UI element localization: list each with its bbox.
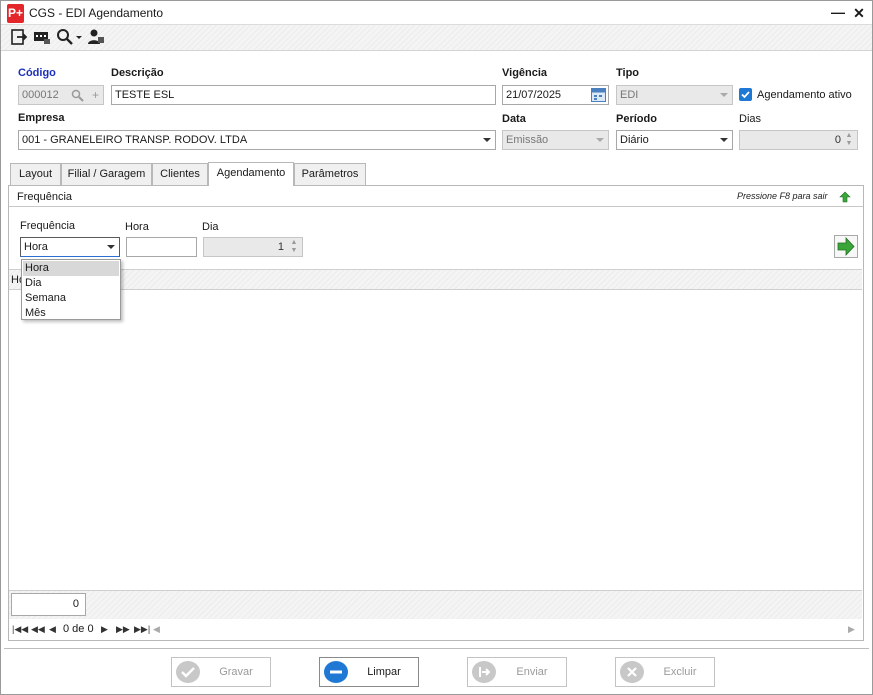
grid-footer	[9, 590, 862, 619]
descricao-field[interactable]: TESTE ESL	[111, 85, 496, 105]
scroll-right-icon[interactable]: ▶	[848, 624, 855, 635]
spin-arrows-icon[interactable]: ▲ ▼	[289, 239, 299, 255]
right-arrow-icon	[837, 236, 855, 257]
excluir-button[interactable]: Excluir	[615, 657, 715, 687]
tab-layout[interactable]: Layout	[10, 163, 61, 185]
dia-value: 1	[277, 241, 284, 253]
dia-label: Dia	[202, 221, 219, 233]
vigencia-label: Vigência	[502, 67, 548, 79]
agendamento-ativo-label: Agendamento ativo	[757, 89, 852, 101]
limpar-label: Limpar	[367, 666, 401, 678]
vigencia-field[interactable]: 21/07/2025	[502, 85, 609, 105]
codigo-value: 000012	[22, 89, 59, 101]
divider	[4, 648, 869, 649]
app-logo-icon: P+	[7, 4, 24, 23]
tab-parametros[interactable]: Parâmetros	[294, 163, 366, 185]
gravar-label: Gravar	[219, 666, 253, 678]
next-page-fast-icon[interactable]: ▶▶	[116, 624, 130, 635]
codigo-label: Código	[18, 67, 56, 79]
plus-icon[interactable]: +	[92, 86, 99, 104]
tipo-select[interactable]: EDI	[616, 85, 733, 105]
section-title: Frequência	[17, 191, 73, 203]
frequencia-label: Frequência	[20, 220, 76, 232]
dropdown-option-semana[interactable]: Semana	[23, 291, 119, 306]
collapse-up-arrow-icon[interactable]	[839, 191, 851, 206]
empresa-select[interactable]: 001 - GRANELEIRO TRANSP. RODOV. LTDA	[18, 130, 496, 150]
chevron-down-icon	[596, 138, 604, 142]
chevron-down-icon	[483, 138, 491, 142]
window-title: CGS - EDI Agendamento	[29, 6, 164, 20]
chevron-down-icon	[720, 93, 728, 97]
close-button[interactable]: ✕	[850, 3, 868, 23]
tab-clientes[interactable]: Clientes	[152, 163, 208, 185]
gravar-button[interactable]: Gravar	[171, 657, 271, 687]
lookup-icon[interactable]	[71, 86, 85, 104]
dias-label: Dias	[739, 113, 762, 125]
frequencia-section-header	[9, 186, 863, 207]
scroll-left-icon[interactable]: ◀	[153, 624, 160, 635]
first-page-icon[interactable]: |◀◀	[12, 624, 28, 635]
hora-label: Hora	[125, 221, 149, 233]
message-icon[interactable]	[33, 28, 53, 48]
prev-page-fast-icon[interactable]: ◀◀	[31, 624, 45, 635]
periodo-value: Diário	[620, 134, 649, 146]
dias-value: 0	[834, 134, 841, 146]
toolbar	[1, 25, 872, 51]
f8-hint: Pressione F8 para sair	[737, 191, 828, 201]
grid-header: Ho	[9, 269, 862, 290]
minimize-button[interactable]: —	[829, 3, 847, 23]
title-bar: P+ CGS - EDI Agendamento — ✕	[1, 1, 872, 25]
add-button[interactable]	[834, 235, 858, 258]
empresa-value: 001 - GRANELEIRO TRANSP. RODOV. LTDA	[22, 134, 248, 146]
check-icon	[741, 91, 750, 99]
calendar-icon[interactable]	[591, 88, 606, 104]
search-icon[interactable]	[56, 28, 84, 48]
vigencia-value: 21/07/2025	[506, 89, 562, 101]
agendamento-ativo-checkbox[interactable]	[739, 88, 752, 101]
pager: |◀◀ ◀◀ ◀ 0 de 0 ▶ ▶▶ ▶▶| ◀ ▶	[9, 620, 863, 640]
frequencia-dropdown: Hora Dia Semana Mês	[21, 259, 121, 320]
dropdown-option-dia[interactable]: Dia	[23, 276, 119, 291]
data-label: Data	[502, 113, 526, 125]
excluir-label: Excluir	[663, 666, 697, 678]
limpar-button[interactable]: Limpar	[319, 657, 419, 687]
chevron-down-icon	[720, 138, 728, 142]
send-icon	[472, 661, 496, 683]
spin-arrows-icon[interactable]: ▲ ▼	[844, 132, 854, 148]
data-select[interactable]: Emissão	[502, 130, 609, 150]
periodo-label: Período	[616, 113, 657, 125]
dropdown-option-hora[interactable]: Hora	[23, 261, 119, 276]
total-field: 0	[11, 593, 86, 616]
periodo-select[interactable]: Diário	[616, 130, 733, 150]
dia-stepper[interactable]: 1 ▲ ▼	[203, 237, 303, 257]
data-value: Emissão	[506, 134, 549, 146]
enviar-label: Enviar	[516, 666, 548, 678]
last-page-icon[interactable]: ▶▶|	[134, 624, 150, 635]
tab-agendamento[interactable]: Agendamento	[208, 162, 294, 186]
exit-icon[interactable]	[10, 28, 30, 48]
dias-stepper[interactable]: 0 ▲ ▼	[739, 130, 858, 150]
frequencia-select[interactable]: Hora	[20, 237, 120, 257]
check-icon	[176, 661, 200, 683]
grid-body	[9, 290, 862, 590]
chevron-down-icon	[107, 245, 115, 249]
tipo-value: EDI	[620, 89, 639, 101]
tab-filial-garagem[interactable]: Filial / Garagem	[61, 163, 152, 185]
descricao-label: Descrição	[111, 67, 164, 79]
enviar-button[interactable]: Enviar	[467, 657, 567, 687]
hora-field[interactable]	[126, 237, 197, 257]
dropdown-option-mes[interactable]: Mês	[23, 306, 119, 321]
codigo-field[interactable]: 000012 +	[18, 85, 104, 105]
delete-icon	[620, 661, 644, 683]
pager-text: 0 de 0	[63, 623, 94, 635]
tipo-label: Tipo	[616, 67, 640, 79]
user-icon[interactable]	[87, 28, 107, 48]
prev-page-icon[interactable]: ◀	[49, 624, 56, 635]
empresa-label: Empresa	[18, 112, 65, 124]
frequencia-value: Hora	[24, 241, 48, 253]
next-page-icon[interactable]: ▶	[101, 624, 108, 635]
clear-icon	[324, 661, 348, 683]
